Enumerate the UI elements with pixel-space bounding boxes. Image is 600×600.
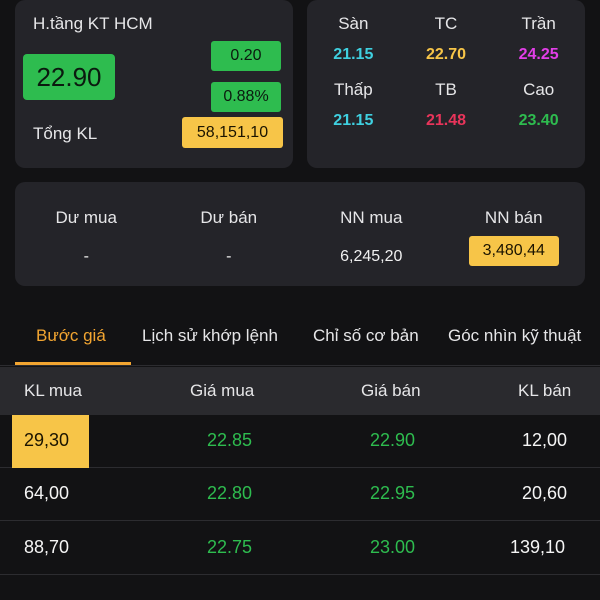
header-sell-volume: KL bán <box>518 381 572 400</box>
buy-volume-highlight: 29,30 <box>12 415 89 468</box>
current-price: 22.90 <box>23 54 115 100</box>
range-average: TB 21.48 <box>400 80 493 130</box>
active-tab-indicator <box>15 362 131 365</box>
range-floor: Sàn 21.15 <box>307 14 400 64</box>
header-ask-price: Giá bán <box>361 381 421 400</box>
buy-surplus-value: - <box>83 248 89 265</box>
range-value: 22.70 <box>425 46 467 63</box>
total-volume-label: Tổng KL <box>33 124 98 143</box>
range-value: 21.15 <box>333 112 374 129</box>
price-range-card: Sàn 21.15 TC 22.70 Trần 24.25 Thấp 21.15… <box>307 0 585 168</box>
bid-price: 22.75 <box>207 537 253 557</box>
total-volume-value: 58,151,10 <box>182 117 283 148</box>
buy-volume: 88,70 <box>24 537 70 557</box>
range-label: Trần <box>521 14 556 33</box>
buy-surplus-label: Dư mua <box>55 208 117 227</box>
price-change-percent: 0.88% <box>211 82 281 112</box>
foreign-sell: NN bán 3,480,44 <box>443 208 586 272</box>
range-low: Thấp 21.15 <box>307 80 400 130</box>
table-row[interactable]: 88,70 22.75 23.00 139,10 <box>0 522 600 575</box>
foreign-buy-label: NN mua <box>340 208 403 227</box>
bid-price: 22.85 <box>207 430 253 450</box>
sell-volume: 20,60 <box>522 483 568 503</box>
tab-fundamentals[interactable]: Chỉ số cơ bản <box>313 326 419 346</box>
range-value: 24.25 <box>518 46 559 63</box>
tab-match-history[interactable]: Lịch sử khớp lệnh <box>142 326 278 346</box>
foreign-sell-label: NN bán <box>484 208 543 227</box>
buy-surplus: Dư mua - <box>15 208 158 272</box>
sell-surplus: Dư bán - <box>158 208 301 272</box>
table-row[interactable]: 64,00 22.80 22.95 20,60 <box>0 468 600 521</box>
table-row[interactable]: 29,30 22.85 22.90 12,00 <box>0 415 600 468</box>
range-high: Cao 23.40 <box>492 80 585 130</box>
order-book-header: KL mua Giá mua Giá bán KL bán <box>0 367 600 415</box>
range-label: Cao <box>523 80 555 99</box>
stock-name: H.tầng KT HCM <box>33 14 153 33</box>
foreign-sell-value: 3,480,44 <box>468 236 559 266</box>
range-label: TB <box>435 80 457 99</box>
range-label: TC <box>434 14 458 33</box>
range-value: 21.15 <box>333 46 374 63</box>
ask-price: 22.95 <box>370 483 416 503</box>
sell-surplus-label: Dư bán <box>200 208 258 227</box>
detail-tabs: Bước giá Lịch sử khớp lệnh Chỉ số cơ bản… <box>0 318 600 366</box>
header-buy-volume: KL mua <box>24 381 82 400</box>
ask-price: 22.90 <box>370 430 416 450</box>
stock-summary-card: H.tầng KT HCM 22.90 0.20 0.88% Tổng KL 5… <box>15 0 293 168</box>
price-change-absolute: 0.20 <box>211 41 281 71</box>
bid-price: 22.80 <box>207 483 253 503</box>
sell-volume: 12,00 <box>522 430 568 450</box>
buy-volume: 29,30 <box>24 430 70 450</box>
header-bid-price: Giá mua <box>190 381 255 400</box>
range-label: Sàn <box>338 14 369 33</box>
foreign-buy: NN mua 6,245,20 <box>300 208 443 272</box>
sell-surplus-value: - <box>226 248 232 265</box>
tab-technical-view[interactable]: Góc nhìn kỹ thuật <box>448 326 581 346</box>
range-label: Thấp <box>333 80 373 99</box>
range-reference: TC 22.70 <box>400 14 493 64</box>
foreign-buy-value: 6,245,20 <box>340 248 403 265</box>
range-value: 23.40 <box>518 112 559 129</box>
sell-volume: 139,10 <box>510 537 566 557</box>
range-value: 21.48 <box>425 112 467 129</box>
buy-volume: 64,00 <box>24 483 70 503</box>
ask-price: 23.00 <box>370 537 416 557</box>
tab-price-steps[interactable]: Bước giá <box>36 326 106 346</box>
range-ceiling: Trần 24.25 <box>492 14 585 64</box>
foreign-trading-card: Dư mua - Dư bán - NN mua 6,245,20 NN bán… <box>15 182 585 286</box>
